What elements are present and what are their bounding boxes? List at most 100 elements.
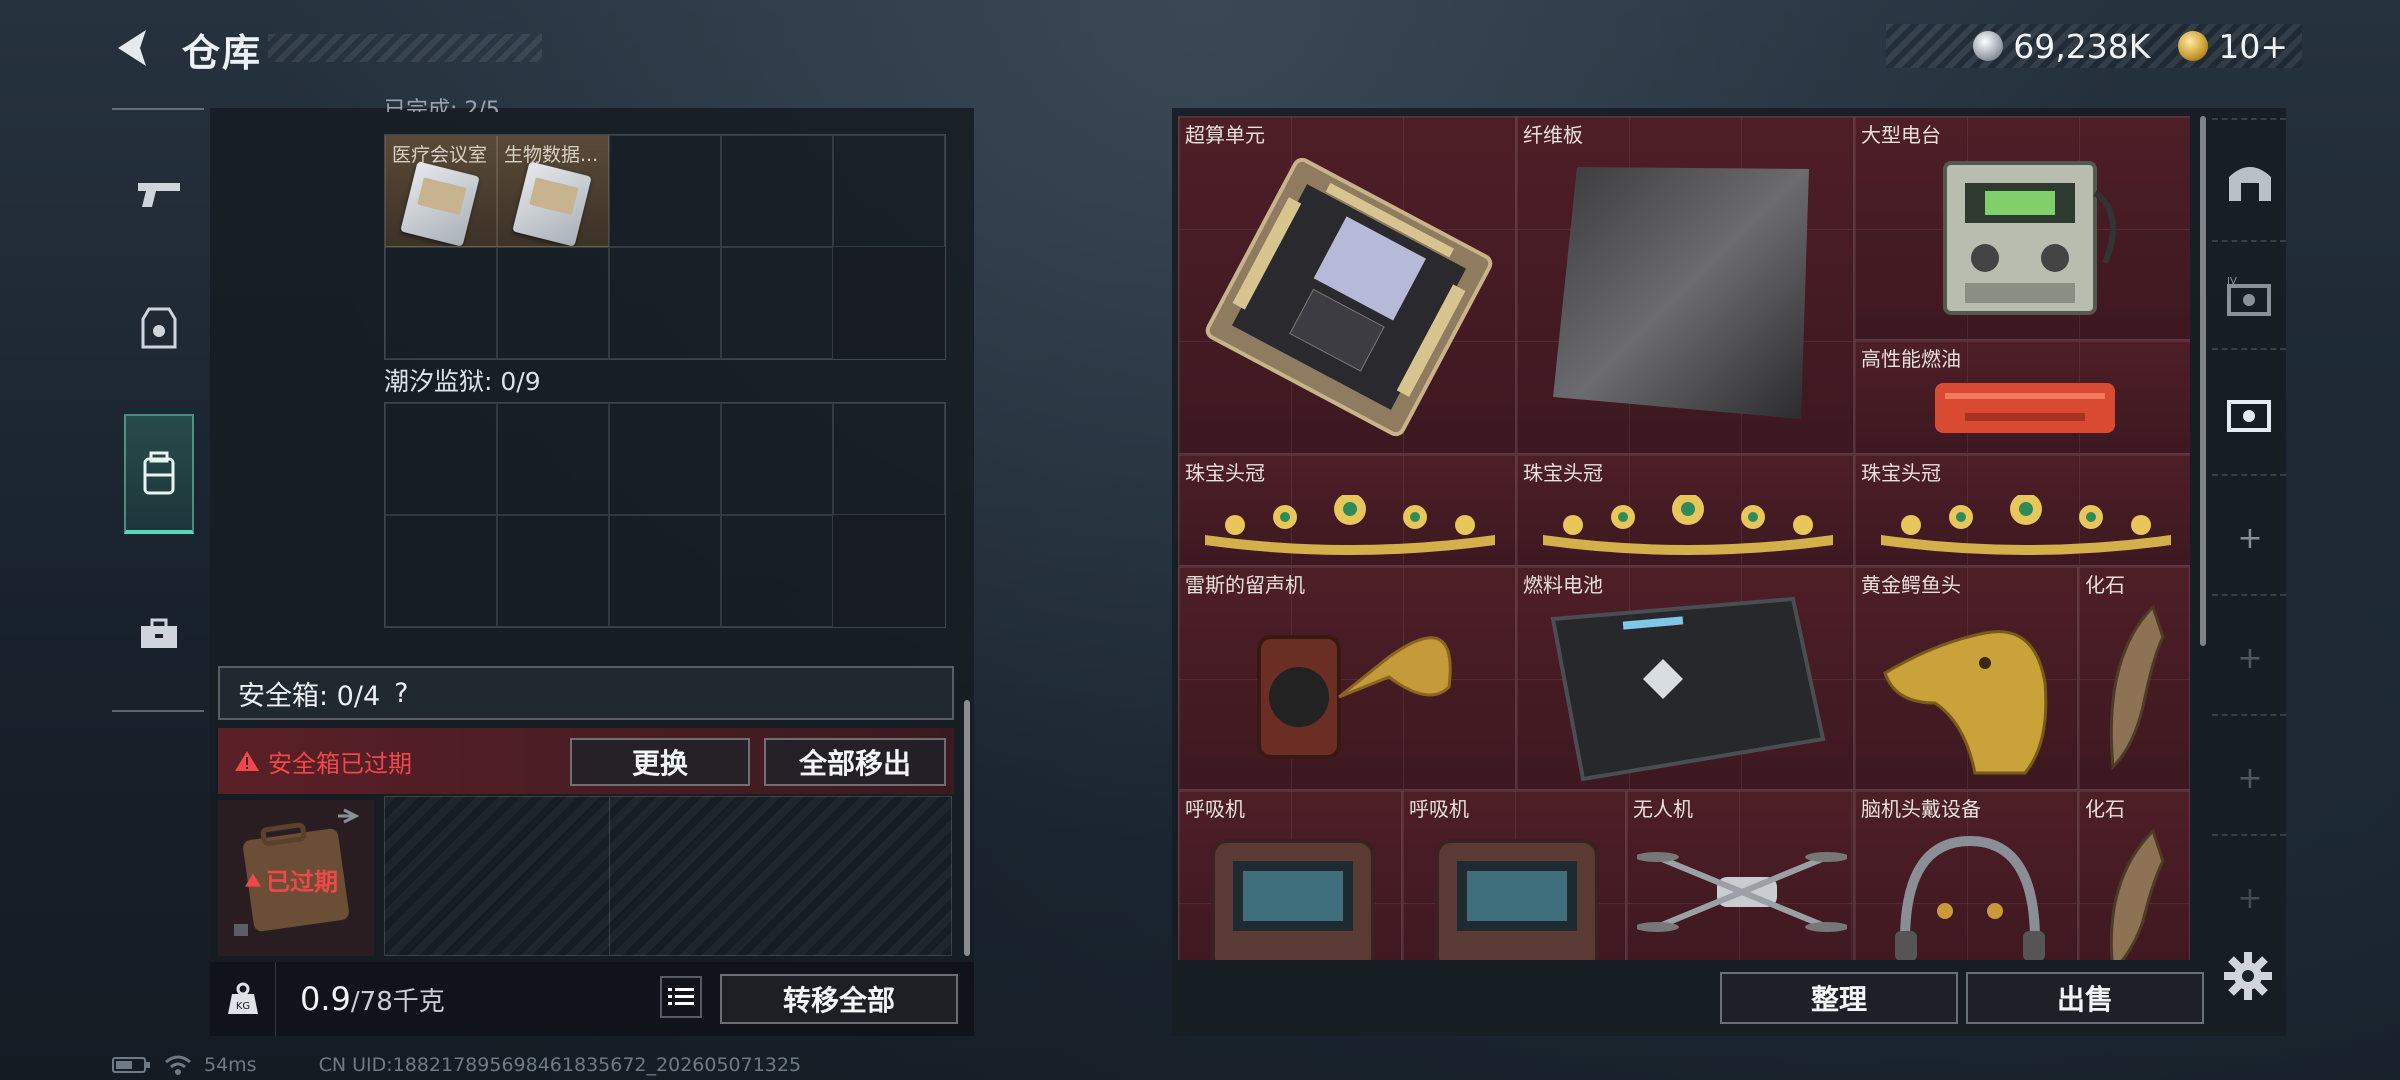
item-name: 珠宝头冠 [1185, 461, 1265, 485]
section2-label: 潮汐监狱: 0/9 [384, 367, 541, 396]
item-bio-data-card[interactable]: 生物数据... [497, 135, 609, 247]
item-name: 大型电台 [1861, 123, 1941, 147]
fossil-claw-icon [2109, 604, 2165, 771]
add-container-plus-icon[interactable]: + [2222, 870, 2278, 926]
item-name: 珠宝头冠 [1523, 461, 1603, 485]
weight-icon: KG [210, 962, 276, 1036]
item-respirator[interactable]: 呼吸机 [1178, 790, 1402, 960]
item-jewel-crown[interactable]: 珠宝头冠 [1516, 454, 1854, 566]
container-tab-case-4[interactable]: IV [2222, 268, 2278, 324]
item-jewel-crown[interactable]: 珠宝头冠 [1854, 454, 2190, 566]
empty-slot[interactable] [497, 403, 609, 515]
warning-icon [245, 872, 261, 887]
item-respirator[interactable]: 呼吸机 [1402, 790, 1626, 960]
section2-grid [384, 402, 946, 628]
fossil-claw-icon [2109, 828, 2165, 960]
empty-slot[interactable] [609, 135, 721, 247]
gold-coin-icon [2178, 31, 2209, 61]
help-icon[interactable]: ? [394, 678, 408, 709]
safebox-item[interactable]: 已过期 [218, 800, 374, 956]
empty-slot[interactable] [721, 135, 833, 247]
page-title: 仓库 [182, 31, 263, 75]
warning-message: 安全箱已过期 [234, 744, 412, 779]
replace-button[interactable]: 更换 [570, 738, 750, 786]
tiara-icon [1543, 495, 1833, 555]
fiber-panel-icon [1553, 167, 1809, 419]
item-name: 脑机头戴设备 [1861, 797, 1981, 821]
svg-text:IV: IV [2227, 276, 2237, 287]
empty-slot[interactable] [609, 515, 721, 627]
item-name: 化石 [2085, 797, 2125, 821]
settings-gear-icon[interactable] [2222, 950, 2274, 1002]
battery-pack-icon [1550, 596, 1826, 782]
item-brain-headset[interactable]: 脑机头戴设备 [1854, 790, 2078, 960]
empty-slot[interactable] [497, 247, 609, 359]
tab-toolbox[interactable] [124, 574, 194, 694]
tab-weapons[interactable] [124, 134, 194, 254]
transfer-all-button[interactable]: 转移全部 [720, 974, 958, 1024]
container-tab-case-active[interactable] [2222, 384, 2278, 440]
list-view-button[interactable] [660, 976, 702, 1018]
empty-slot[interactable] [833, 135, 945, 247]
add-container-plus-icon[interactable]: + [2222, 750, 2278, 806]
back-arrow-icon[interactable] [112, 26, 152, 70]
weight-value: 0.9 [300, 980, 351, 1018]
headset-icon [1895, 835, 2045, 960]
left-scrollbar[interactable] [964, 700, 970, 956]
tab-storage[interactable] [124, 414, 194, 534]
empty-slot[interactable] [385, 403, 497, 515]
tab-equipment[interactable] [124, 268, 194, 388]
item-label: 生物数据... [504, 144, 599, 166]
empty-slot[interactable] [721, 515, 833, 627]
grid-gap [833, 515, 945, 627]
empty-slot[interactable] [721, 247, 833, 359]
empty-slot[interactable] [609, 403, 721, 515]
section1-grid: 医疗会议室 生物数据... [384, 134, 946, 360]
item-name: 化石 [2085, 573, 2125, 597]
empty-slot[interactable] [609, 247, 721, 359]
item-label: 医疗会议室 [392, 144, 488, 166]
sort-button[interactable]: 整理 [1720, 972, 1958, 1024]
empty-slot[interactable] [833, 403, 945, 515]
item-gramophone[interactable]: 雷斯的留声机 [1178, 566, 1516, 790]
item-name: 燃料电池 [1523, 573, 1603, 597]
currency-bar: 69,238K 10+ [1886, 24, 2302, 68]
empty-slot[interactable] [497, 515, 609, 627]
item-fossil[interactable]: 化石 [2078, 790, 2190, 960]
item-fiberboard[interactable]: 纤维板 [1516, 116, 1854, 454]
container-tab-home[interactable] [2222, 152, 2278, 208]
item-large-radio[interactable]: 大型电台 [1854, 116, 2190, 340]
fuel-canister-icon [1935, 383, 2115, 433]
item-fuel-oil[interactable]: 高性能燃油 [1854, 340, 2190, 454]
item-drone[interactable]: 无人机 [1626, 790, 1854, 960]
list-icon [668, 988, 694, 1005]
item-supercompute-unit[interactable]: 超算单元 [1178, 116, 1516, 454]
remove-all-button[interactable]: 全部移出 [764, 738, 946, 786]
item-gold-croc-head[interactable]: 黄金鳄鱼头 [1854, 566, 2078, 790]
item-name: 高性能燃油 [1861, 347, 1961, 371]
empty-slot[interactable] [721, 403, 833, 515]
add-container-plus-icon[interactable]: + [2222, 510, 2278, 566]
add-container-plus-icon[interactable]: + [2222, 630, 2278, 686]
sell-button[interactable]: 出售 [1966, 972, 2204, 1024]
empty-slot[interactable] [385, 247, 497, 359]
item-name: 超算单元 [1185, 123, 1265, 147]
tiara-icon [1881, 495, 2171, 555]
silver-coin-icon [1973, 31, 2004, 61]
ventilator-icon [1211, 839, 1375, 960]
item-medical-room-card[interactable]: 医疗会议室 [385, 135, 497, 247]
safebox-slots[interactable] [384, 796, 952, 956]
right-scrollbar[interactable] [2200, 116, 2206, 646]
item-fuel-cell[interactable]: 燃料电池 [1516, 566, 1854, 790]
pistol-icon [138, 183, 180, 207]
tiara-icon [1205, 495, 1495, 555]
radio-station-icon [1943, 161, 2116, 315]
safe-case-icon [2227, 400, 2271, 432]
armor-vest-icon [141, 307, 177, 349]
item-jewel-crown[interactable]: 珠宝头冠 [1178, 454, 1516, 566]
container-rail: IV + + + + [2212, 108, 2286, 958]
empty-slot[interactable] [385, 515, 497, 627]
expired-tag: 已过期 [244, 862, 338, 897]
item-fossil[interactable]: 化石 [2078, 566, 2190, 790]
wifi-icon [165, 1055, 191, 1075]
